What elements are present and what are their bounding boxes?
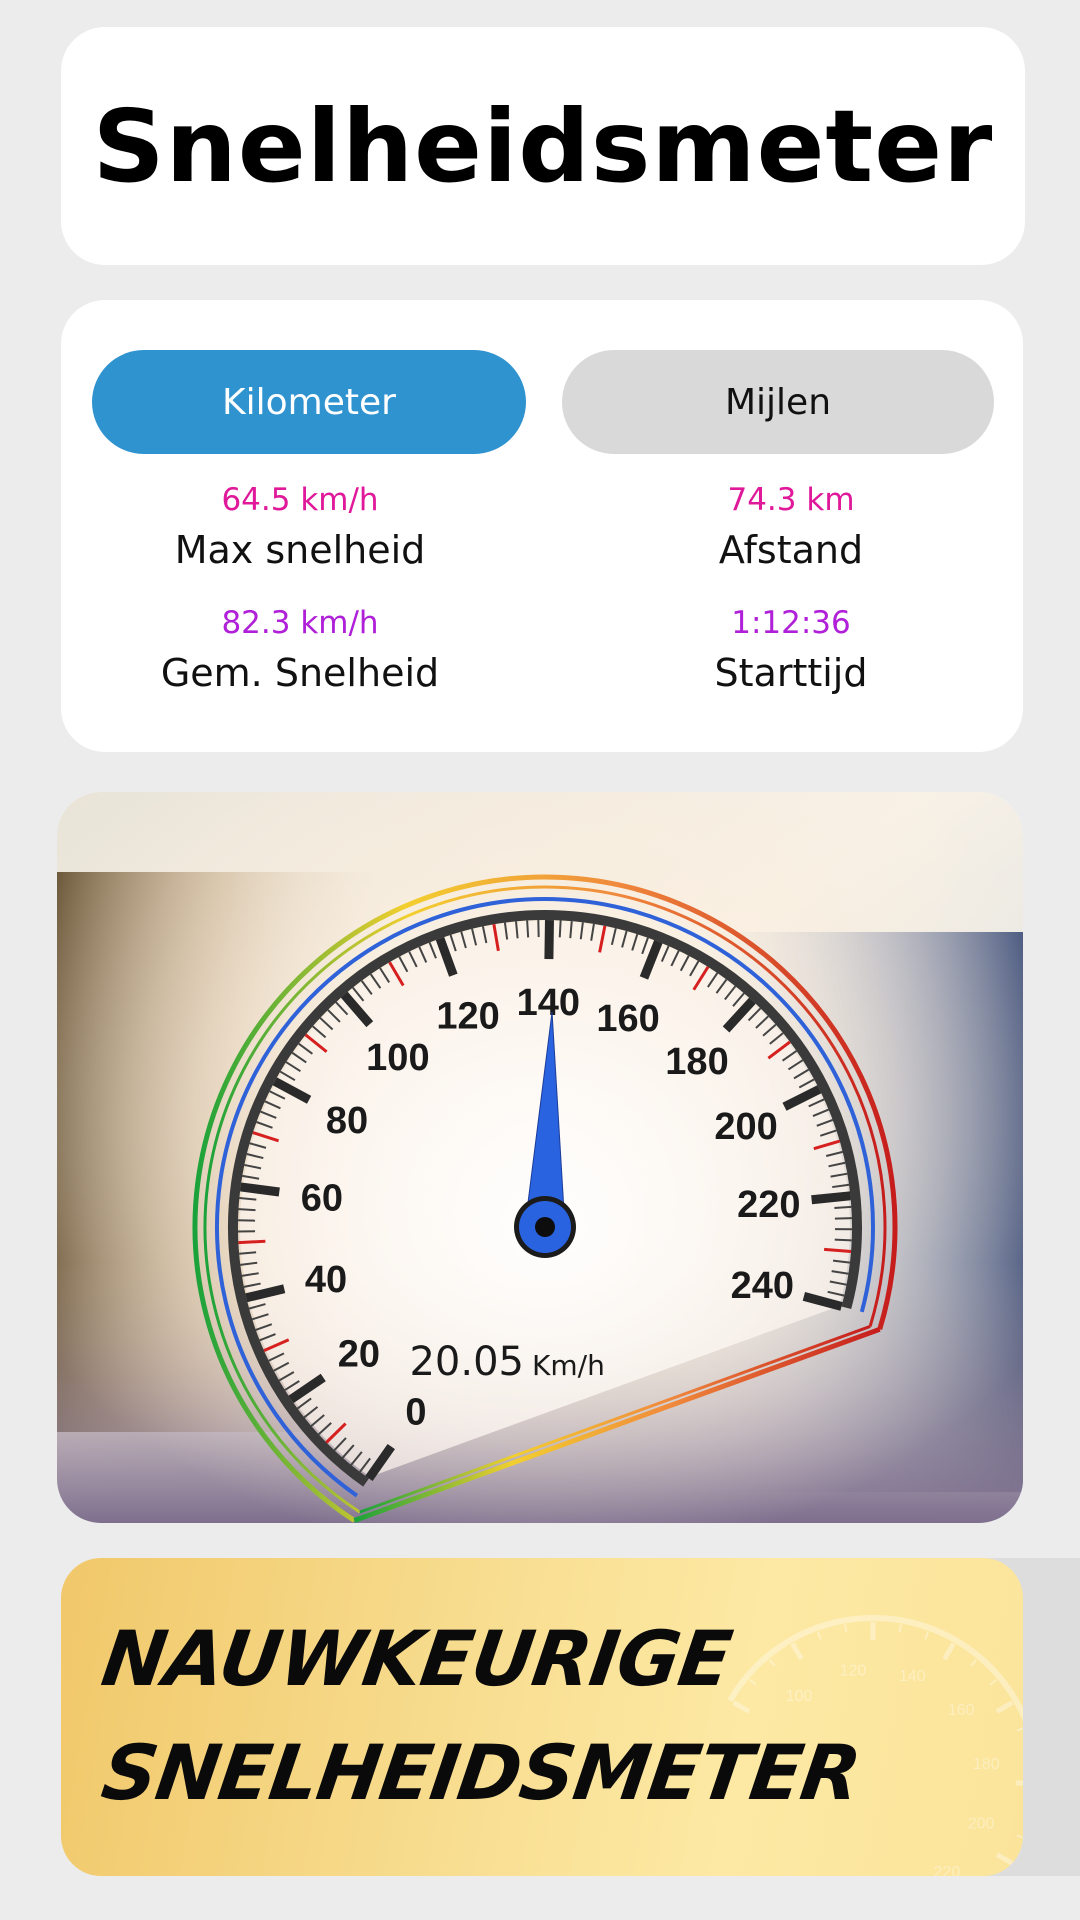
watermark-tick — [790, 1642, 804, 1661]
avg-speed-stat: 82.3 km/h Gem. Snelheid — [100, 605, 500, 695]
page-title: Snelheidsmeter — [92, 87, 994, 205]
watermark-tick — [732, 1700, 751, 1714]
distance-value: 74.3 km — [727, 482, 855, 518]
gauge-label: 240 — [731, 1265, 794, 1307]
speedometer-card: 0 20 40 60 80 100 120 140 160 180 200 220 240 20.05 Km… — [57, 792, 1023, 1523]
gauge-tick — [240, 1182, 280, 1197]
gauge-label: 40 — [305, 1259, 347, 1301]
gauge-tick — [238, 1239, 266, 1245]
watermark-tick — [942, 1642, 956, 1661]
gauge-label: 80 — [326, 1100, 368, 1142]
gauge-tick — [834, 1205, 852, 1210]
watermark-label: 200 — [968, 1815, 995, 1832]
gauge-label: 120 — [436, 996, 499, 1038]
watermark-tick — [749, 1678, 757, 1686]
gauge-label: 60 — [301, 1178, 343, 1220]
banner-line-2: SNELHEIDSMETER — [96, 1728, 866, 1817]
promo-banner[interactable]: 100 120 140 160 180 200 220 NAUWKEURIGE SNELHE… — [61, 1558, 1023, 1876]
watermark-tick — [1016, 1727, 1023, 1732]
watermark-tick — [844, 1624, 848, 1633]
gauge-label: 100 — [366, 1037, 429, 1079]
watermark-label: 140 — [899, 1668, 926, 1685]
gauge-tick — [834, 1238, 852, 1242]
gauge-tick — [238, 1208, 256, 1212]
watermark-tick — [816, 1631, 822, 1640]
watermark-tick — [995, 1852, 1014, 1866]
speed-readout: 20.05 — [409, 1339, 524, 1385]
gauge-label: 0 — [405, 1391, 426, 1433]
watermark-label: 120 — [840, 1663, 867, 1680]
gauge-label: 20 — [338, 1333, 380, 1375]
max-speed-value: 64.5 km/h — [221, 482, 379, 518]
start-time-value: 1:12:36 — [731, 605, 851, 641]
speedometer-watermark-icon: 100 120 140 160 180 200 220 — [727, 1615, 1023, 1876]
start-time-label: Starttijd — [714, 651, 868, 695]
tab-kilometer[interactable]: Kilometer — [92, 350, 526, 454]
gauge-tick — [558, 920, 562, 938]
tab-miles[interactable]: Mijlen — [562, 350, 994, 454]
watermark-tick — [970, 1659, 978, 1667]
gauge-label: 200 — [714, 1106, 777, 1148]
gauge-label: 160 — [596, 998, 659, 1040]
watermark-label: 100 — [786, 1688, 813, 1705]
max-speed-stat: 64.5 km/h Max snelheid — [100, 482, 500, 572]
watermark-tick — [768, 1659, 776, 1667]
watermark-label: 220 — [934, 1864, 961, 1876]
gauge-hub-center — [535, 1217, 555, 1237]
max-speed-label: Max snelheid — [174, 528, 426, 572]
gauge-tick — [544, 919, 554, 960]
gauge-label: 140 — [517, 982, 580, 1024]
title-card: Snelheidsmeter — [61, 27, 1025, 265]
watermark-tick — [1016, 1834, 1023, 1839]
distance-stat: 74.3 km Afstand — [591, 482, 991, 572]
avg-speed-label: Gem. Snelheid — [160, 651, 440, 695]
watermark-tick — [995, 1700, 1014, 1714]
gauge-label: 180 — [665, 1041, 728, 1083]
watermark-label: 160 — [948, 1702, 975, 1719]
gauge-tick — [526, 920, 530, 938]
stats-card: Kilometer Mijlen 64.5 km/h Max snelheid … — [61, 300, 1023, 752]
gauge-tick — [811, 1191, 851, 1205]
watermark-label: 180 — [973, 1756, 1000, 1773]
speed-unit: Km/h — [532, 1349, 605, 1382]
banner-line-1: NAUWKEURIGE — [96, 1614, 737, 1703]
watermark-tick — [924, 1631, 930, 1640]
distance-label: Afstand — [718, 528, 864, 572]
watermark-tick — [989, 1678, 997, 1686]
gauge-label: 220 — [737, 1184, 800, 1226]
start-time-stat: 1:12:36 Starttijd — [591, 605, 991, 695]
avg-speed-value: 82.3 km/h — [221, 605, 379, 641]
watermark-tick — [898, 1624, 902, 1633]
speedometer-gauge: 0 20 40 60 80 100120 140 160180 200 220 240 20.05 Km… — [57, 792, 1023, 1523]
